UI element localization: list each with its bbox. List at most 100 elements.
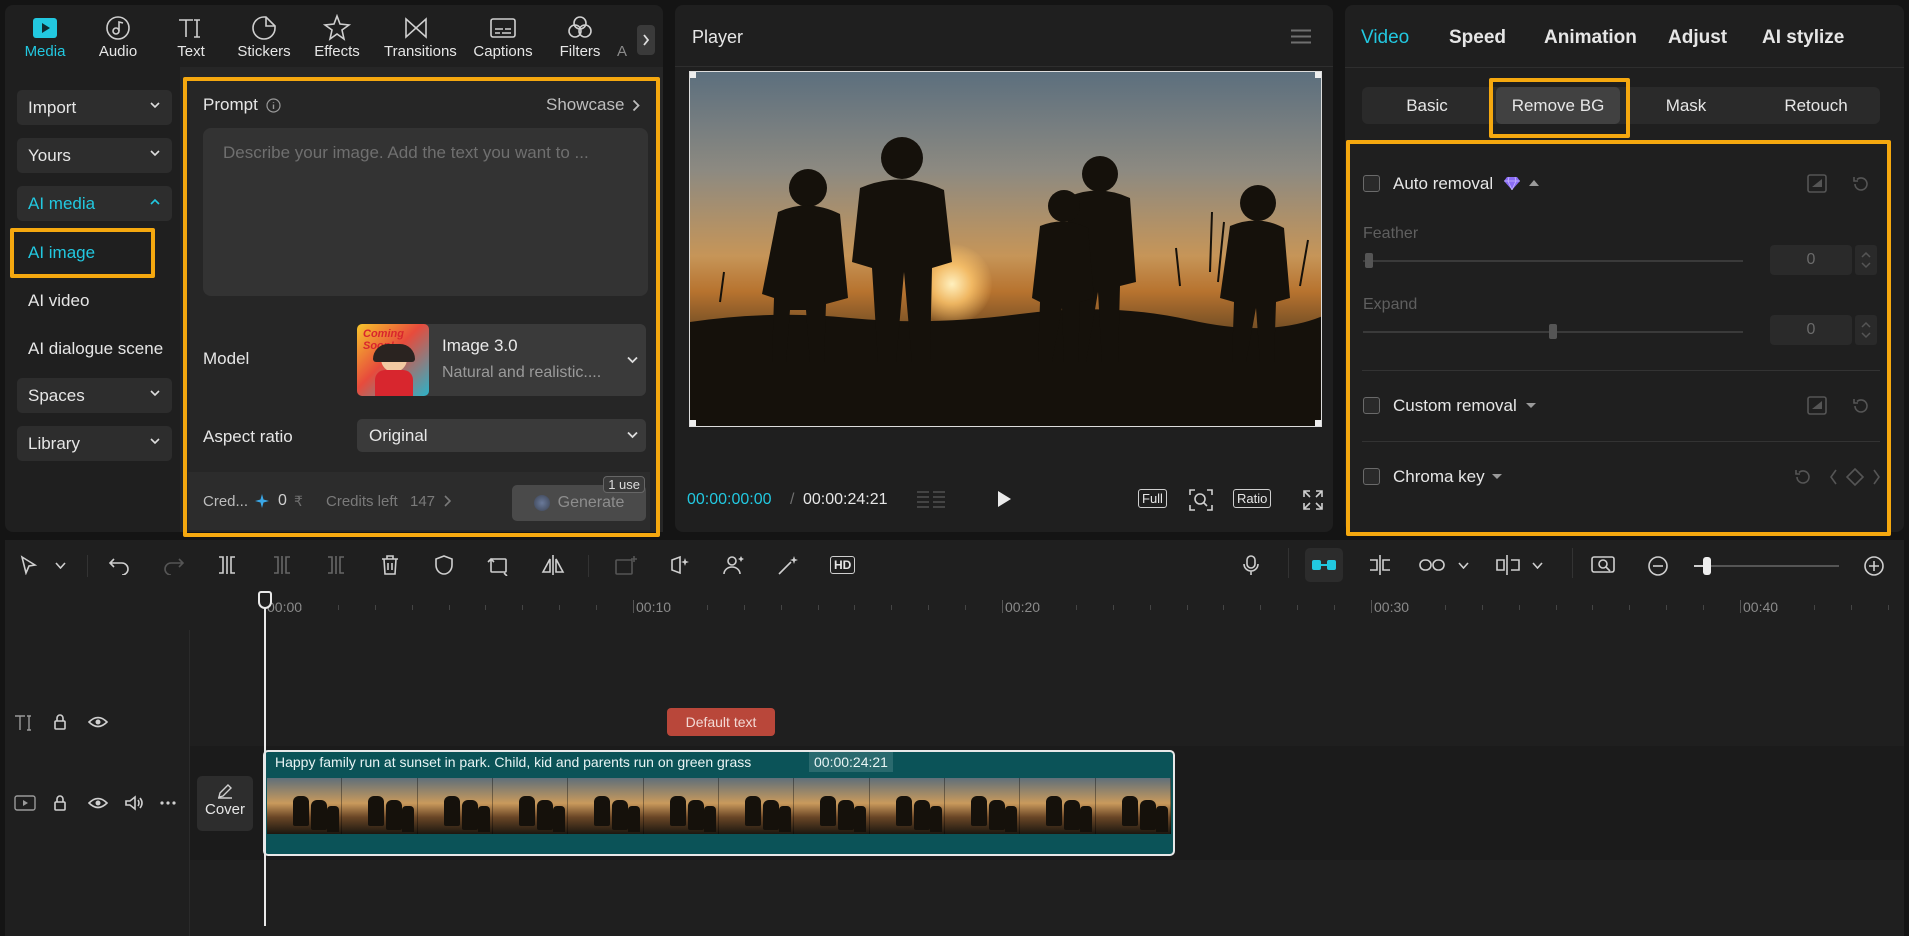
expand-stepper[interactable] bbox=[1855, 315, 1877, 345]
lock-icon[interactable] bbox=[53, 714, 67, 730]
info-icon[interactable] bbox=[266, 97, 281, 113]
caret-up-icon[interactable] bbox=[1528, 179, 1540, 187]
undo-icon[interactable] bbox=[108, 555, 130, 575]
toolbar-transitions[interactable]: Transitions bbox=[384, 13, 457, 67]
chevron-down-icon[interactable] bbox=[1458, 562, 1469, 569]
toolbar-effects[interactable]: Effects bbox=[305, 13, 369, 67]
lock-icon[interactable] bbox=[53, 795, 67, 811]
toolbar-more[interactable]: A bbox=[607, 13, 637, 67]
custom-removal-checkbox[interactable] bbox=[1363, 397, 1380, 414]
expand-value[interactable]: 0 bbox=[1770, 315, 1852, 345]
prompt-input[interactable]: Describe your image. Add the text you wa… bbox=[203, 128, 648, 296]
playhead-handle[interactable] bbox=[258, 591, 272, 609]
chevron-down-icon[interactable] bbox=[1532, 562, 1543, 569]
cover-button[interactable]: Cover bbox=[197, 776, 253, 831]
microphone-icon[interactable] bbox=[1242, 554, 1260, 576]
video-preview[interactable] bbox=[689, 71, 1322, 427]
model-select[interactable]: Coming Soon! Image 3.0 Natural and reali… bbox=[357, 324, 646, 396]
reset-icon[interactable] bbox=[1852, 175, 1870, 193]
toolbar-filters[interactable]: Filters bbox=[548, 13, 612, 67]
toolbar-captions[interactable]: Captions bbox=[471, 13, 535, 67]
ai-body-icon[interactable] bbox=[722, 554, 746, 576]
caret-down-icon[interactable] bbox=[1525, 402, 1537, 409]
zoom-to-fit-icon[interactable] bbox=[1590, 554, 1618, 576]
auto-snap-icon[interactable] bbox=[1367, 554, 1393, 576]
menu-icon[interactable] bbox=[1291, 29, 1311, 44]
ai-image-highlight bbox=[10, 228, 155, 278]
feather-value[interactable]: 0 bbox=[1770, 245, 1852, 275]
tab-video[interactable]: Video bbox=[1361, 27, 1409, 49]
sidebar-ai-video[interactable]: AI video bbox=[28, 291, 89, 311]
link-icon[interactable] bbox=[1418, 555, 1446, 575]
sidebar-ai-dialogue-scene[interactable]: AI dialogue scene bbox=[28, 339, 163, 359]
tab-speed[interactable]: Speed bbox=[1449, 27, 1506, 49]
preview-icon[interactable] bbox=[1807, 396, 1827, 415]
ratio-button[interactable]: Ratio bbox=[1233, 489, 1272, 508]
ai-extend-icon[interactable] bbox=[668, 554, 692, 576]
volume-icon[interactable] bbox=[124, 795, 144, 811]
split-icon[interactable] bbox=[216, 555, 238, 575]
shield-icon[interactable] bbox=[434, 554, 454, 576]
keyframe-icon[interactable] bbox=[1830, 467, 1880, 487]
select-cursor-icon[interactable] bbox=[20, 555, 38, 575]
sidebar-import[interactable]: Import bbox=[17, 90, 172, 125]
playhead[interactable] bbox=[264, 592, 266, 926]
timeline-view-icon[interactable] bbox=[915, 488, 949, 512]
more-options-icon[interactable] bbox=[160, 801, 176, 805]
magic-wand-icon[interactable] bbox=[776, 554, 800, 576]
reset-icon[interactable] bbox=[1794, 468, 1812, 486]
preview-icon[interactable] bbox=[1807, 174, 1827, 193]
auto-removal-checkbox[interactable] bbox=[1363, 175, 1380, 192]
delete-right-icon[interactable] bbox=[325, 555, 347, 575]
generate-button[interactable]: Generate 1 use bbox=[512, 476, 646, 521]
play-icon[interactable] bbox=[996, 490, 1012, 508]
eye-icon[interactable] bbox=[88, 715, 108, 729]
reset-icon[interactable] bbox=[1852, 397, 1870, 415]
showcase-link[interactable]: Showcase bbox=[546, 95, 641, 115]
caret-down-icon[interactable] bbox=[1491, 473, 1503, 480]
expand-slider-knob[interactable] bbox=[1549, 324, 1558, 339]
fullscreen-icon[interactable] bbox=[1302, 489, 1324, 511]
feather-slider[interactable] bbox=[1363, 260, 1743, 262]
chevron-right-icon[interactable] bbox=[444, 495, 451, 507]
freeze-frame-icon[interactable] bbox=[614, 554, 638, 576]
tab-ai-stylize[interactable]: AI stylize bbox=[1762, 27, 1844, 49]
tab-adjust[interactable]: Adjust bbox=[1668, 27, 1727, 49]
toolbar-stickers[interactable]: Stickers bbox=[232, 13, 296, 67]
video-clip[interactable]: Happy family run at sunset in park. Chil… bbox=[263, 750, 1175, 856]
chevron-down-icon[interactable] bbox=[55, 562, 66, 569]
delete-left-icon[interactable] bbox=[271, 555, 293, 575]
timeline-ruler[interactable]: 00:00 00:10 00:20 00:30 00:40 bbox=[190, 590, 1904, 620]
redo-icon[interactable] bbox=[163, 555, 185, 575]
sidebar-spaces[interactable]: Spaces bbox=[17, 378, 172, 413]
full-button[interactable]: Full bbox=[1138, 489, 1167, 508]
sidebar-ai-media[interactable]: AI media bbox=[17, 186, 172, 221]
toolbar-audio[interactable]: Audio bbox=[86, 13, 150, 67]
crop-rotate-icon[interactable] bbox=[487, 554, 511, 576]
toolbar-media[interactable]: Media bbox=[13, 13, 77, 67]
toolbar-text[interactable]: Text bbox=[159, 13, 223, 67]
chroma-key-checkbox[interactable] bbox=[1363, 468, 1380, 485]
aspect-ratio-select[interactable]: Original bbox=[357, 419, 646, 452]
sidebar-library[interactable]: Library bbox=[17, 426, 172, 461]
zoom-slider-knob[interactable] bbox=[1703, 557, 1711, 575]
feather-stepper[interactable] bbox=[1855, 245, 1877, 275]
tab-animation[interactable]: Animation bbox=[1544, 27, 1637, 49]
zoom-slider[interactable] bbox=[1694, 565, 1839, 567]
mirror-icon[interactable] bbox=[540, 554, 566, 576]
hd-upscale-icon[interactable]: HD bbox=[830, 556, 856, 574]
feather-slider-knob[interactable] bbox=[1365, 253, 1373, 268]
zoom-out-icon[interactable] bbox=[1647, 555, 1669, 577]
trash-icon[interactable] bbox=[380, 554, 400, 576]
zoom-in-icon[interactable] bbox=[1863, 555, 1885, 577]
subtab-mask[interactable]: Mask bbox=[1624, 87, 1748, 124]
text-clip[interactable]: Default text bbox=[667, 708, 775, 736]
main-track-magnet-button[interactable] bbox=[1305, 548, 1343, 582]
subtab-retouch[interactable]: Retouch bbox=[1752, 87, 1880, 124]
eye-icon[interactable] bbox=[88, 796, 108, 810]
preview-axis-icon[interactable] bbox=[1494, 554, 1522, 576]
subtab-basic[interactable]: Basic bbox=[1362, 87, 1492, 124]
sidebar-yours[interactable]: Yours bbox=[17, 138, 172, 173]
toolbar-next-button[interactable] bbox=[637, 25, 655, 55]
zoom-fit-icon[interactable] bbox=[1188, 488, 1214, 512]
